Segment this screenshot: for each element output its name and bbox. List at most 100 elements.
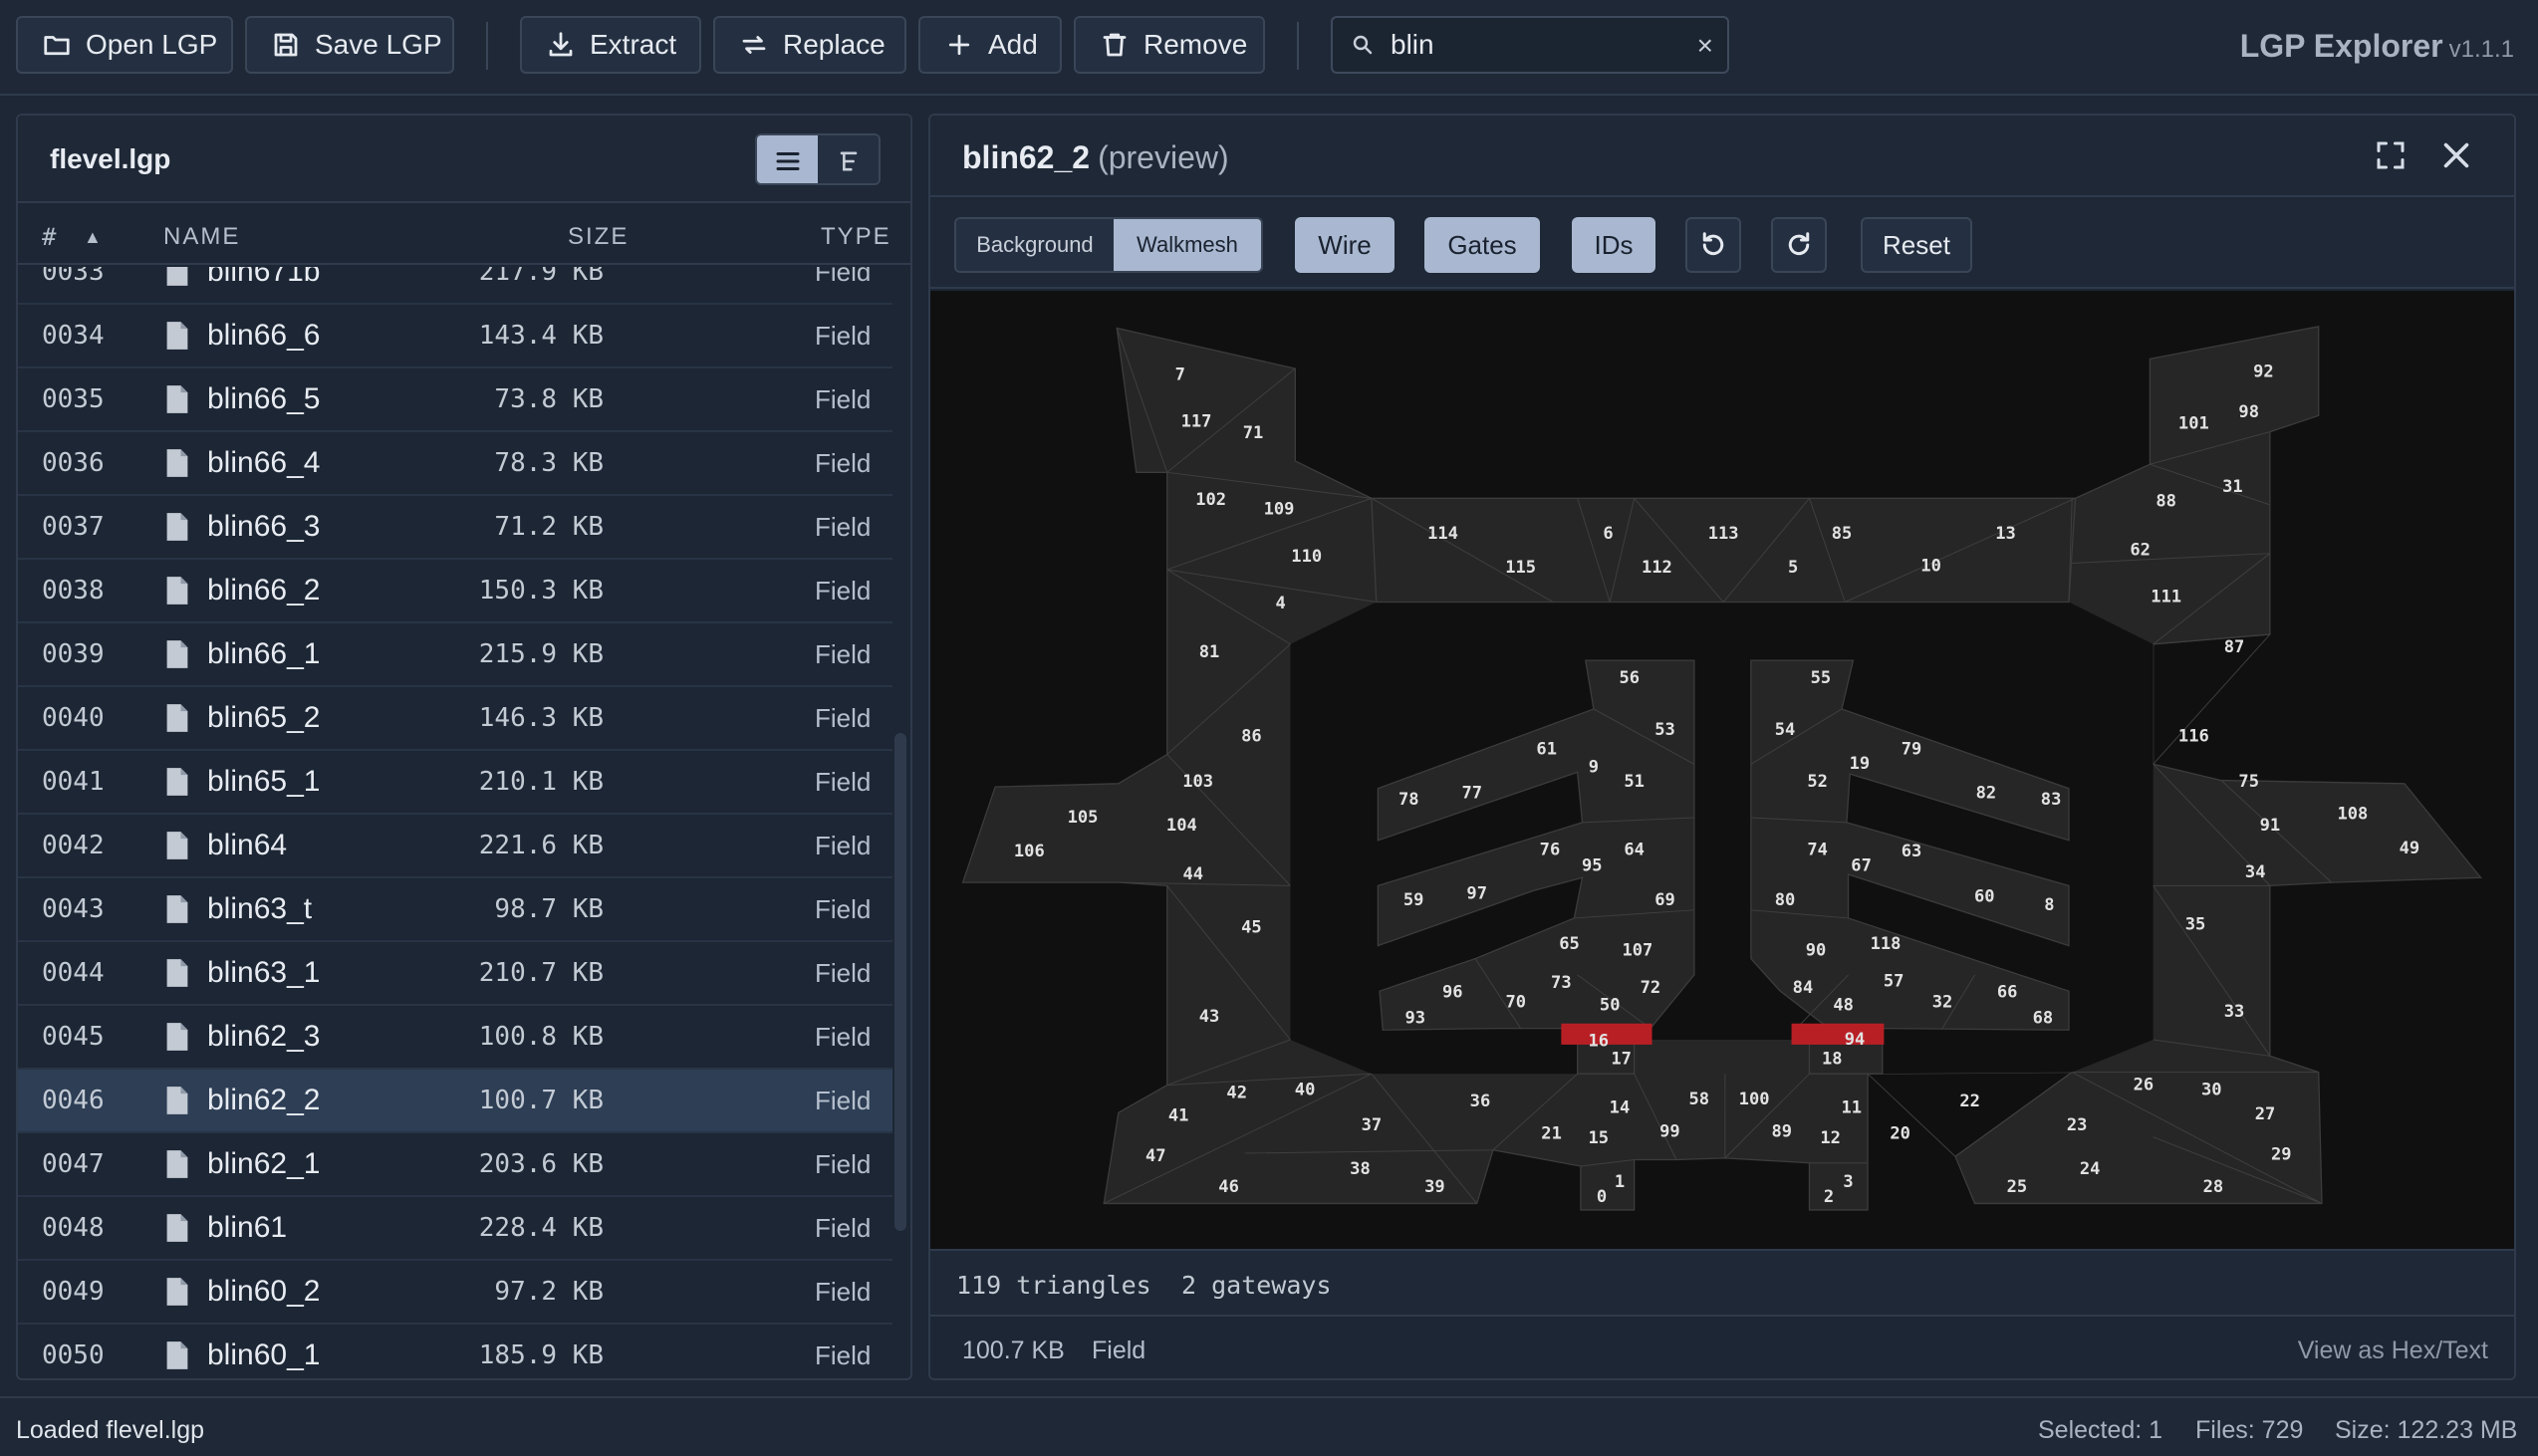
- triangle-id-label: 93: [1405, 1009, 1426, 1029]
- save-icon: [274, 33, 298, 57]
- save-lgp-button[interactable]: Save LGP: [245, 16, 454, 74]
- reset-button[interactable]: Reset: [1861, 217, 1972, 273]
- folder-icon: [44, 36, 70, 56]
- row-type: Field: [815, 512, 872, 542]
- triangle-id-label: 63: [1902, 842, 1922, 861]
- col-type-header[interactable]: TYPE: [821, 223, 891, 251]
- rotate-right-button[interactable]: [1771, 217, 1827, 273]
- triangle-id-label: 39: [1424, 1177, 1445, 1197]
- wire-toggle[interactable]: Wire: [1295, 217, 1395, 273]
- preview-header: blin62_2 (preview): [930, 116, 2514, 197]
- row-number: 0048: [42, 1213, 105, 1243]
- triangle-id-label: 107: [1622, 940, 1652, 960]
- triangle-id-label: 42: [1226, 1084, 1247, 1103]
- file-row[interactable]: 0047 blin62_1 203.6 KB Field: [18, 1133, 892, 1197]
- row-size: 78.3 KB: [494, 448, 604, 478]
- open-lgp-button[interactable]: Open LGP: [16, 16, 233, 74]
- triangle-id-label: 98: [2238, 402, 2259, 422]
- walkmesh-mode-button[interactable]: Walkmesh: [1113, 219, 1261, 271]
- triangle-id-label: 70: [1505, 992, 1526, 1012]
- file-icon: [166, 449, 188, 477]
- file-row[interactable]: 0038 blin66_2 150.3 KB Field: [18, 560, 892, 623]
- rotate-ccw-icon: [1702, 232, 1724, 256]
- row-name: blin60_1: [207, 1338, 321, 1371]
- row-number: 0047: [42, 1149, 105, 1179]
- row-type: Field: [815, 321, 872, 351]
- triangle-id-label: 44: [1182, 864, 1203, 884]
- triangle-id-label: 0: [1597, 1187, 1607, 1207]
- background-mode-button[interactable]: Background: [956, 219, 1114, 271]
- triangle-id-label: 51: [1624, 772, 1645, 792]
- status-size: Size: 122.23 MB: [2335, 1416, 2518, 1444]
- triangle-id-label: 108: [2337, 805, 2368, 825]
- row-number: 0033: [42, 267, 105, 287]
- row-type: Field: [815, 576, 872, 606]
- triangle-id-label: 77: [1462, 783, 1483, 803]
- preview-footer: 100.7 KB Field View as Hex/Text: [930, 1317, 2514, 1378]
- search-icon: [1353, 35, 1373, 55]
- rotate-left-button[interactable]: [1685, 217, 1741, 273]
- remove-button[interactable]: Remove: [1074, 16, 1265, 74]
- file-row[interactable]: 0034 blin66_6 143.4 KB Field: [18, 305, 892, 368]
- file-row[interactable]: 0048 blin61 228.4 KB Field: [18, 1197, 892, 1261]
- file-row[interactable]: 0036 blin66_4 78.3 KB Field: [18, 432, 892, 496]
- file-row[interactable]: 0050 blin60_1 185.9 KB Field: [18, 1325, 892, 1378]
- list-view-button[interactable]: [757, 135, 818, 183]
- scrollbar[interactable]: [894, 733, 906, 1231]
- ids-toggle[interactable]: IDs: [1572, 217, 1655, 273]
- clear-search-icon[interactable]: ×: [1697, 30, 1713, 62]
- triangle-id-label: 65: [1559, 934, 1580, 954]
- triangle-id-label: 37: [1362, 1115, 1383, 1135]
- file-row[interactable]: 0039 blin66_1 215.9 KB Field: [18, 623, 892, 687]
- add-button[interactable]: Add: [918, 16, 1062, 74]
- row-name: blin66_1: [207, 637, 321, 670]
- triangle-id-label: 69: [1654, 890, 1675, 910]
- triangle-id-label: 81: [1199, 642, 1220, 662]
- triangle-id-label: 94: [1845, 1030, 1866, 1050]
- file-row[interactable]: 0037 blin66_3 71.2 KB Field: [18, 496, 892, 560]
- row-type: Field: [815, 703, 872, 733]
- row-type: Field: [815, 1149, 872, 1179]
- file-row[interactable]: 0033 blin671b 217.9 KB Field: [18, 267, 892, 305]
- file-row[interactable]: 0040 blin65_2 146.3 KB Field: [18, 687, 892, 751]
- triangle-id-label: 71: [1243, 423, 1264, 443]
- col-size-header[interactable]: SIZE: [568, 223, 629, 251]
- triangle-id-label: 109: [1264, 500, 1295, 520]
- file-row[interactable]: 0046 blin62_2 100.7 KB Field: [18, 1070, 892, 1133]
- row-type: Field: [815, 958, 872, 988]
- file-row[interactable]: 0044 blin63_1 210.7 KB Field: [18, 942, 892, 1006]
- file-row[interactable]: 0041 blin65_1 210.1 KB Field: [18, 751, 892, 815]
- view-hex-link[interactable]: View as Hex/Text: [2298, 1336, 2488, 1365]
- status-files: Files: 729: [2195, 1416, 2304, 1444]
- triangle-id-label: 11: [1842, 1097, 1863, 1117]
- col-name-header[interactable]: NAME: [163, 223, 240, 251]
- triangle-id-label: 52: [1807, 772, 1828, 792]
- triangle-id-label: 36: [1470, 1092, 1491, 1111]
- gates-toggle[interactable]: Gates: [1424, 217, 1540, 273]
- triangle-id-label: 8: [2044, 895, 2054, 915]
- close-icon[interactable]: [2438, 137, 2474, 173]
- row-size: 73.8 KB: [494, 384, 604, 414]
- expand-icon[interactable]: [2373, 137, 2409, 173]
- row-number: 0046: [42, 1086, 105, 1115]
- extract-button[interactable]: Extract: [520, 16, 701, 74]
- row-name: blin66_2: [207, 574, 321, 607]
- file-row[interactable]: 0045 blin62_3 100.8 KB Field: [18, 1006, 892, 1070]
- row-name: blin62_1: [207, 1147, 321, 1180]
- tree-view-button[interactable]: [818, 135, 879, 183]
- file-row[interactable]: 0042 blin64 221.6 KB Field: [18, 815, 892, 878]
- file-icon: [166, 322, 188, 350]
- search-input[interactable]: [1391, 29, 1689, 61]
- walkmesh-canvas[interactable]: 7 117 71 102 109 110 4 81 86 103 105 104 106 44 45 43 42…: [930, 291, 2516, 1249]
- file-row[interactable]: 0043 blin63_t 98.7 KB Field: [18, 878, 892, 942]
- file-icon: [166, 704, 188, 732]
- file-row[interactable]: 0049 blin60_2 97.2 KB Field: [18, 1261, 892, 1325]
- walkmesh-svg[interactable]: 711771102 10911048186103105 10410644454342…: [930, 291, 2516, 1249]
- row-size: 143.4 KB: [478, 321, 604, 351]
- replace-button[interactable]: Replace: [713, 16, 906, 74]
- row-name: blin62_2: [207, 1084, 321, 1116]
- row-type: Field: [815, 1277, 872, 1307]
- search-box: ×: [1331, 16, 1729, 74]
- col-num-header[interactable]: #: [42, 223, 58, 251]
- file-row[interactable]: 0035 blin66_5 73.8 KB Field: [18, 368, 892, 432]
